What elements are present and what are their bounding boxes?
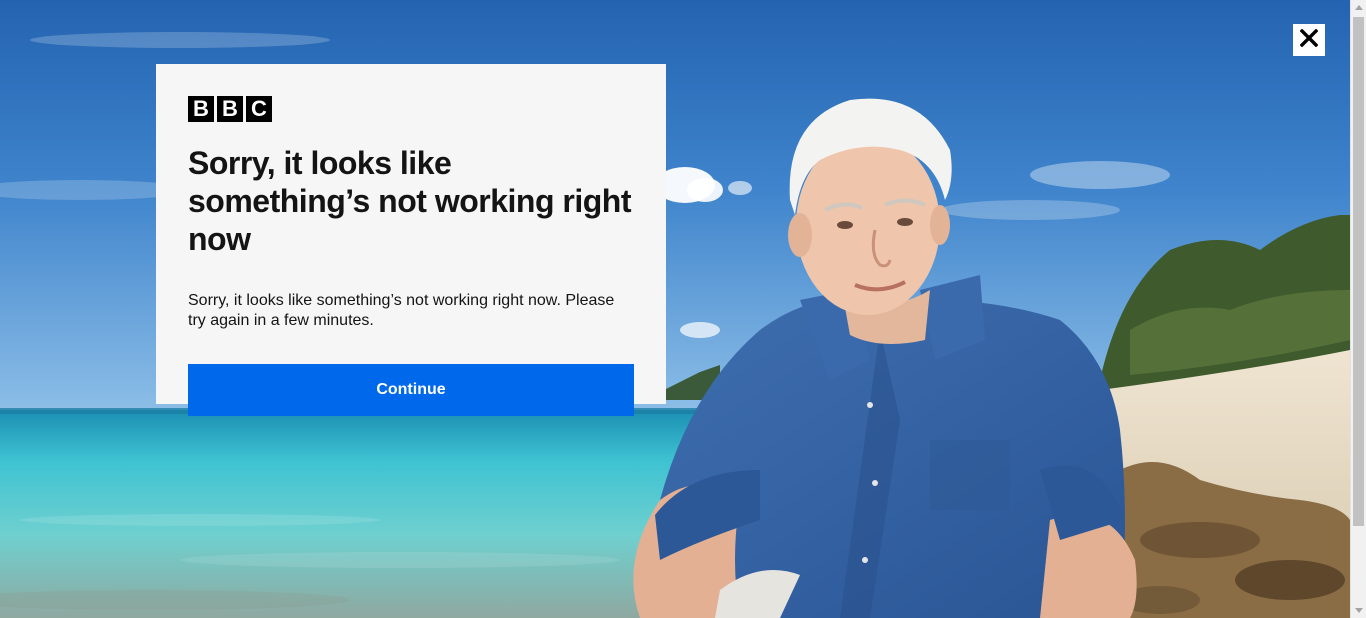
modal-title: Sorry, it looks like something’s not wor… — [188, 145, 631, 257]
bbc-logo-letter: B — [217, 96, 243, 122]
close-icon — [1299, 28, 1319, 52]
scroll-up-arrow-icon[interactable] — [1355, 5, 1363, 10]
scrollbar-thumb[interactable] — [1353, 17, 1364, 526]
vertical-scrollbar[interactable] — [1350, 0, 1366, 618]
error-modal: B B C Sorry, it looks like something’s n… — [156, 64, 666, 416]
bbc-logo-letter: B — [188, 96, 214, 122]
scroll-down-arrow-icon[interactable] — [1355, 608, 1363, 613]
bbc-logo-letter: C — [246, 96, 272, 122]
page: B B C Sorry, it looks like something’s n… — [0, 0, 1366, 618]
continue-button[interactable]: Continue — [188, 364, 634, 416]
bbc-logo: B B C — [188, 96, 634, 122]
close-button[interactable] — [1293, 24, 1325, 56]
modal-message: Sorry, it looks like something’s not wor… — [188, 292, 615, 329]
